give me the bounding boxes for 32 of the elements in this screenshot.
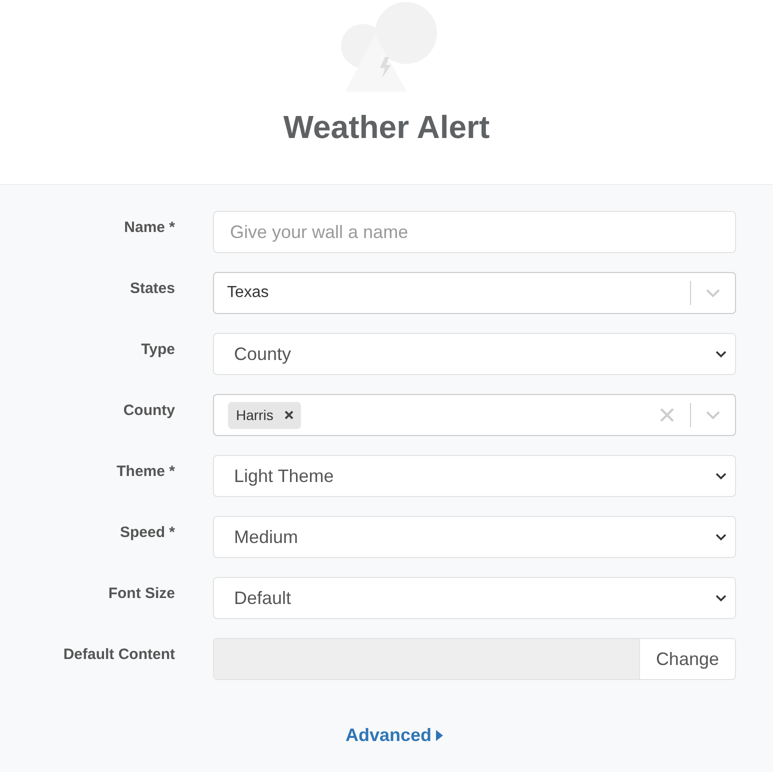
advanced-link[interactable]: Advanced [345, 722, 443, 749]
field-value: Default [234, 586, 292, 610]
field-label: Name * [124, 218, 175, 238]
field-label: Default Content [63, 644, 175, 665]
field-value: County [234, 342, 292, 366]
chevron-down-icon [715, 594, 727, 602]
field-label: Speed * [120, 522, 175, 543]
select-field[interactable]: Default [213, 577, 736, 619]
chevron-down-icon [705, 288, 721, 298]
field-label: Font Size [108, 584, 175, 604]
caret-right-icon [436, 730, 443, 741]
select-field[interactable]: Medium [213, 516, 736, 558]
tag-select-field[interactable]: Harris [213, 394, 736, 436]
chevron-down-icon [705, 410, 721, 420]
field-label: Type [141, 340, 175, 360]
chevron-down-icon [715, 533, 727, 541]
field-value: Medium [234, 526, 300, 548]
page-title: Weather Alert [283, 108, 490, 147]
change-button[interactable]: Change [638, 639, 735, 679]
file-field[interactable]: Change [213, 638, 736, 680]
field-label: States [130, 278, 175, 299]
chevron-down-icon [715, 472, 727, 480]
select-field[interactable]: Light Theme [213, 455, 736, 497]
field-label: County [123, 400, 175, 421]
county-tag: Harris [228, 402, 302, 428]
field-value: Texas [227, 283, 270, 303]
chevron-down-icon [715, 350, 727, 358]
select-field[interactable]: County [213, 333, 736, 375]
states-field[interactable]: Texas [213, 272, 736, 314]
field-value: Light Theme [234, 464, 335, 488]
name-field[interactable]: Give your wall a name [213, 211, 736, 253]
field-label: Theme * [116, 462, 175, 482]
